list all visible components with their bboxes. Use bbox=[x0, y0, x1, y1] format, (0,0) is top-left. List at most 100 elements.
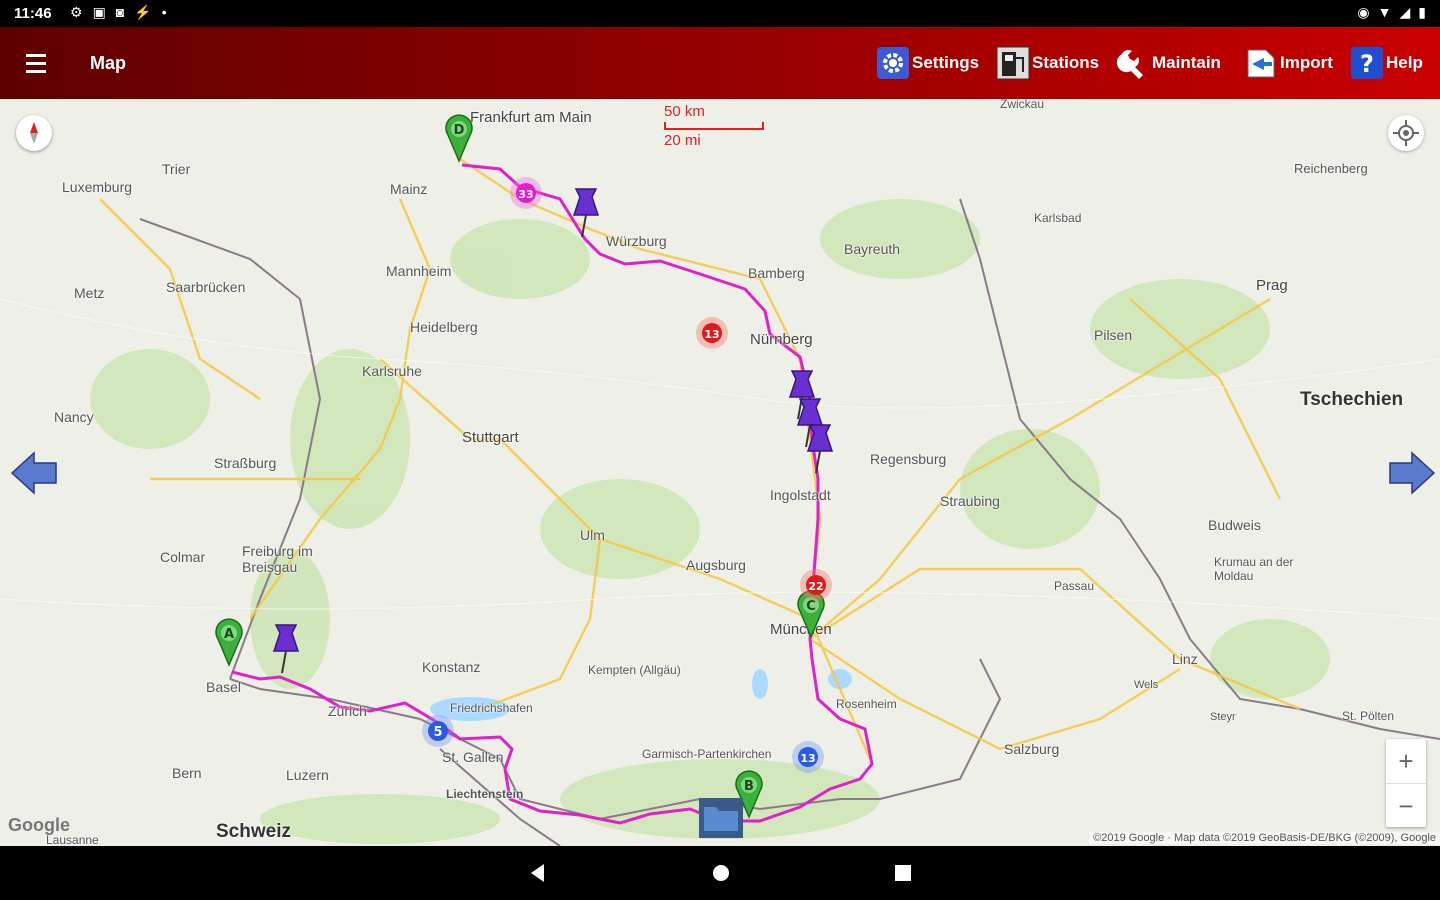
notification-icons: ⚙ ▣ ◙ ⚡ • bbox=[70, 4, 167, 21]
country-label-tschechien: Tschechien bbox=[1300, 389, 1404, 410]
city-label: St. Pölten bbox=[1342, 709, 1395, 723]
city-label: Heidelberg bbox=[410, 319, 478, 335]
signal-notification-icon: ⚡ bbox=[134, 4, 152, 20]
station-badge-icon: 13 bbox=[696, 317, 728, 349]
zoom-controls: + − bbox=[1386, 739, 1426, 827]
settings-notification-icon: ⚙ bbox=[70, 4, 83, 20]
city-label: Steyr bbox=[1210, 711, 1236, 723]
city-label: Metz bbox=[74, 285, 105, 301]
city-label: Straubing bbox=[940, 493, 1000, 509]
city-label: Würzburg bbox=[606, 233, 667, 249]
country-label-schweiz: Schweiz bbox=[216, 821, 291, 842]
city-label: Trier bbox=[162, 161, 191, 177]
google-logo: Google bbox=[8, 815, 70, 835]
plus-icon: + bbox=[1398, 745, 1414, 776]
location-status-icon: ◉ bbox=[1357, 4, 1370, 20]
city-label: Passau bbox=[1054, 579, 1095, 593]
fuel-pump-icon bbox=[996, 46, 1030, 80]
city-label: Karlsbad bbox=[1034, 211, 1082, 225]
next-arrow-button[interactable] bbox=[1388, 451, 1436, 495]
arrow-left-icon bbox=[10, 451, 57, 495]
stations-label: Stations bbox=[1032, 53, 1100, 72]
home-button[interactable] bbox=[710, 862, 732, 889]
status-bar: 11:46 ⚙ ▣ ◙ ⚡ • ◉ ▼ ◢ ▮ bbox=[0, 0, 1440, 27]
city-label: St. Gallen bbox=[442, 749, 504, 765]
battery-icon: ▮ bbox=[1418, 4, 1426, 20]
city-label: Bayreuth bbox=[844, 241, 901, 257]
pushpin-icon bbox=[806, 424, 834, 474]
city-label: Bern bbox=[172, 765, 202, 781]
marker-label: D bbox=[454, 123, 465, 138]
back-button[interactable] bbox=[528, 862, 548, 889]
wifi-icon: ▼ bbox=[1377, 4, 1392, 20]
minus-icon: − bbox=[1398, 790, 1414, 821]
city-label: Budweis bbox=[1208, 517, 1261, 533]
city-label: Frankfurt am Main bbox=[470, 109, 592, 126]
page-title: Map bbox=[90, 53, 126, 73]
map-pin-icon: A bbox=[215, 618, 243, 667]
city-label: Augsburg bbox=[686, 557, 746, 573]
recents-button[interactable] bbox=[892, 862, 914, 889]
maintain-button[interactable]: Maintain bbox=[1116, 45, 1221, 81]
map-pin-icon: D bbox=[445, 114, 473, 163]
arrow-right-icon bbox=[1389, 451, 1436, 495]
import-button[interactable]: Import bbox=[1244, 45, 1333, 81]
city-label: Mannheim bbox=[386, 263, 452, 279]
wrench-icon bbox=[1116, 46, 1150, 80]
city-label: Salzburg bbox=[1004, 741, 1060, 757]
badge-label: 22 bbox=[808, 580, 823, 593]
station-badge-icon: 33 bbox=[510, 177, 542, 209]
city-label: Freiburg im Breisgau bbox=[242, 543, 313, 575]
zoom-in-button[interactable]: + bbox=[1386, 739, 1426, 784]
stations-button[interactable]: Stations bbox=[996, 45, 1099, 81]
badge-label: 13 bbox=[704, 328, 719, 341]
scale-bar bbox=[664, 122, 764, 130]
map-scale: 50 km 20 mi bbox=[664, 103, 764, 149]
recents-square-icon bbox=[895, 865, 911, 881]
app-notification-icon: ◙ bbox=[115, 4, 125, 20]
svg-text:?: ? bbox=[1360, 50, 1374, 78]
city-label: Rosenheim bbox=[836, 697, 897, 711]
city-label: Nancy bbox=[54, 409, 94, 425]
city-label: Reichenberg bbox=[1294, 161, 1368, 176]
question-mark-icon: ? bbox=[1350, 46, 1384, 80]
city-label: Stuttgart bbox=[462, 429, 519, 446]
city-label: Zürich bbox=[328, 703, 367, 719]
system-navigation-bar bbox=[0, 846, 1440, 900]
badge-label: 13 bbox=[800, 752, 815, 765]
map-view[interactable]: Tschechien Schweiz Frankfurt am Main Mai… bbox=[0, 99, 1440, 846]
city-label: Friedrichshafen bbox=[450, 701, 533, 715]
pushpin-icon bbox=[572, 188, 600, 238]
city-label: Ingolstadt bbox=[770, 487, 831, 503]
folder-icon bbox=[699, 798, 743, 838]
city-label: Luzern bbox=[286, 767, 329, 783]
my-location-button[interactable] bbox=[1388, 115, 1424, 151]
hamburger-menu-icon[interactable] bbox=[26, 49, 56, 77]
marker-label: A bbox=[224, 627, 234, 642]
city-label: Colmar bbox=[160, 549, 206, 565]
city-label: Kempten (Allgäu) bbox=[588, 663, 681, 677]
zoom-out-button[interactable]: − bbox=[1386, 784, 1426, 828]
import-icon bbox=[1244, 46, 1278, 80]
help-label: Help bbox=[1386, 53, 1423, 72]
maintain-label: Maintain bbox=[1152, 53, 1221, 72]
cell-signal-icon: ◢ bbox=[1399, 4, 1411, 20]
city-label: Liechtenstein bbox=[446, 787, 524, 801]
compass-button[interactable] bbox=[16, 115, 52, 151]
app-toolbar: Map Settings Stations Maintain Import ? … bbox=[0, 27, 1440, 99]
station-badge-icon: 22 bbox=[800, 569, 832, 601]
station-badge-icon: 13 bbox=[792, 741, 824, 773]
previous-arrow-button[interactable] bbox=[10, 451, 58, 495]
city-label: Karlsruhe bbox=[362, 363, 422, 379]
import-label: Import bbox=[1280, 53, 1333, 72]
dot-icon: • bbox=[161, 4, 167, 20]
city-label: Wels bbox=[1134, 679, 1159, 691]
station-badge-icon: 5 bbox=[422, 715, 454, 747]
settings-button[interactable]: Settings bbox=[876, 45, 979, 81]
city-label: Mainz bbox=[390, 181, 428, 197]
compass-icon bbox=[30, 122, 38, 144]
scale-mi: 20 mi bbox=[664, 132, 701, 149]
map-attribution[interactable]: ©2019 Google · Map data ©2019 GeoBasis-D… bbox=[1089, 832, 1440, 844]
city-label: Bamberg bbox=[748, 265, 805, 281]
help-button[interactable]: ? Help bbox=[1350, 45, 1423, 81]
